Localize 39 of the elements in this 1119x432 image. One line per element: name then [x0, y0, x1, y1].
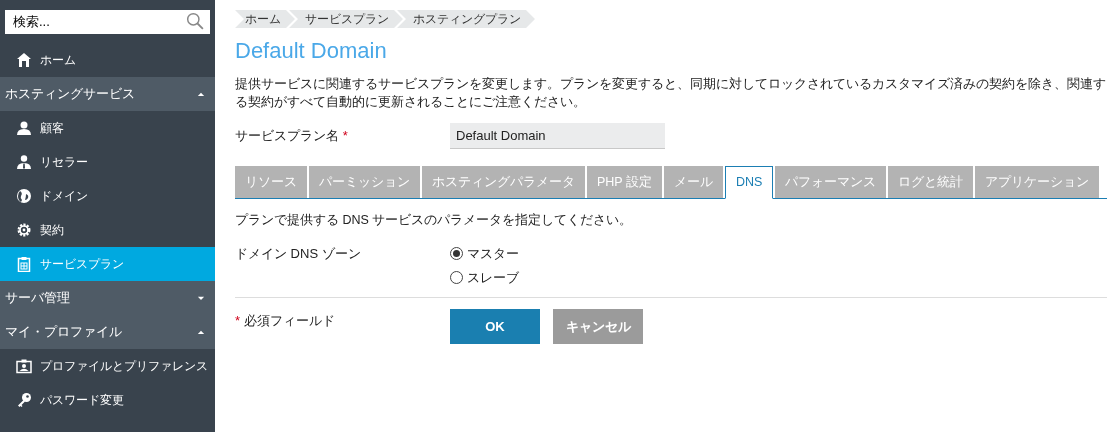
sidebar-item[interactable]: プロファイルとプリファレンス — [0, 349, 215, 383]
section-label: マイ・プロファイル — [5, 323, 122, 342]
radio-button[interactable] — [450, 247, 463, 261]
description-text: 提供サービスに関連するサービスプランを変更します。プランを変更すると、同期に対してロックされているカスタマイズ済みの契約を除き、関連する契約がすべて自動的に更新されることにご注意ください。 — [235, 76, 1107, 111]
breadcrumb-link[interactable]: サービスプラン — [289, 10, 403, 28]
sidebar-section-header[interactable]: マイ・プロファイル — [0, 315, 215, 349]
gear-icon — [16, 222, 32, 238]
sidebar-item[interactable]: ホーム — [0, 43, 215, 77]
section-label: サーバ管理 — [5, 289, 70, 308]
key-icon — [16, 392, 32, 408]
plan-name-field[interactable]: Default Domain — [450, 123, 665, 149]
tab-hint-text: プランで提供する DNS サービスのパラメータを指定してください。 — [235, 212, 634, 229]
radio-option[interactable]: マスター — [450, 243, 519, 264]
clipboard-icon — [16, 256, 32, 272]
person-with-tie-icon — [16, 154, 32, 170]
tab[interactable]: DNS — [724, 166, 774, 199]
globe-icon — [16, 188, 32, 204]
home-icon — [16, 52, 32, 68]
sidebar-section-header[interactable]: サーバ管理 — [0, 281, 215, 315]
ok-button[interactable]: OK — [450, 308, 540, 344]
search-icon — [186, 12, 204, 30]
radio-option[interactable]: スレーブ — [450, 267, 519, 288]
sidebar-section-header[interactable]: ホスティングサービス — [0, 77, 215, 111]
field-label: ドメイン DNS ゾーン — [235, 244, 362, 263]
sidebar-item[interactable]: 契約 — [0, 213, 215, 247]
person-icon — [16, 120, 32, 136]
required-note: * 必須フィールド — [235, 311, 336, 330]
sidebar-item[interactable]: リセラー — [0, 145, 215, 179]
breadcrumb-link[interactable]: ホーム — [235, 10, 295, 28]
sidebar-item[interactable]: ドメイン — [0, 179, 215, 213]
sidebar-item[interactable]: 顧客 — [0, 111, 215, 145]
sidebar-item[interactable]: パスワード変更 — [0, 383, 215, 417]
id-card-icon — [16, 358, 32, 374]
breadcrumb-link[interactable]: ホスティングプラン — [397, 10, 535, 28]
field-label: サービスプラン名 * — [235, 127, 349, 146]
radio-button[interactable] — [450, 271, 463, 285]
page-title: Default Domain — [235, 37, 388, 65]
search-field[interactable]: 検索... — [5, 9, 210, 34]
section-label: ホスティングサービス — [5, 85, 135, 104]
